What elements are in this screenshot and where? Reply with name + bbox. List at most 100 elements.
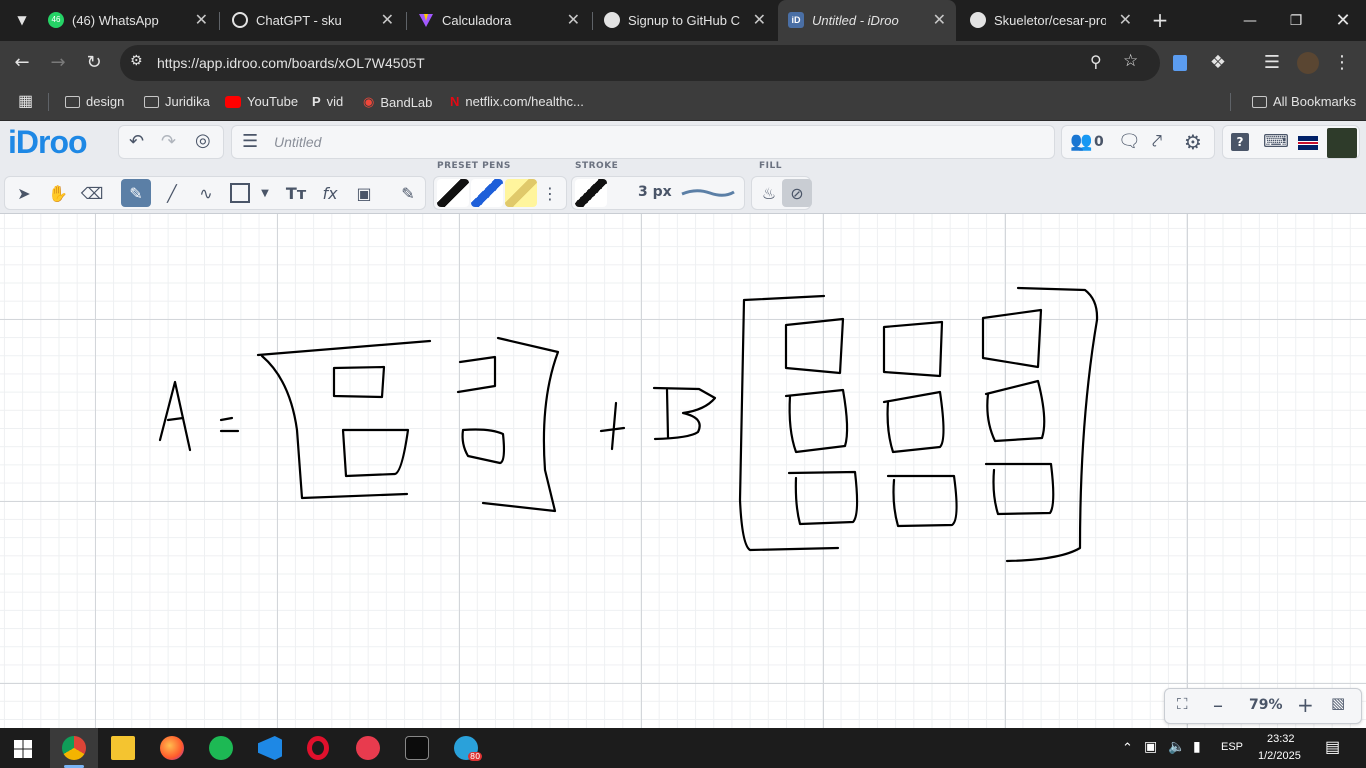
tab-chatgpt[interactable]: ChatGPT - sku ✕ bbox=[222, 0, 404, 41]
tab-whatsapp[interactable]: 46 (46) WhatsApp ✕ bbox=[38, 0, 218, 41]
media-player-icon[interactable] bbox=[356, 736, 380, 760]
letter-b-stroke bbox=[652, 386, 717, 441]
bookmark-vid[interactable]: Pvid bbox=[312, 94, 343, 109]
highlighter-preset-icon[interactable] bbox=[505, 179, 537, 207]
fullscreen-icon[interactable]: ⛶ bbox=[1177, 695, 1188, 713]
equals-stroke bbox=[219, 416, 240, 433]
center-view-icon[interactable]: ◎ bbox=[195, 130, 211, 151]
tab-github-repo[interactable]: Skueletor/cesar-proje ✕ bbox=[960, 0, 1142, 41]
all-bookmarks-button[interactable]: All Bookmarks bbox=[1252, 94, 1356, 109]
terminal-icon[interactable] bbox=[405, 736, 429, 760]
fill-bucket-icon[interactable]: ♨ bbox=[754, 179, 784, 207]
url-text[interactable]: https://app.idroo.com/boards/xOL7W4505T bbox=[157, 55, 425, 71]
user-avatar[interactable] bbox=[1327, 128, 1357, 158]
bookmark-design[interactable]: design bbox=[65, 94, 124, 109]
text-tool-icon[interactable]: Tт bbox=[281, 179, 311, 207]
chevron-up-icon[interactable]: ⌃ bbox=[1122, 740, 1133, 756]
browser-menu-icon[interactable]: ⋮ bbox=[1330, 51, 1354, 75]
black-pen-preset-icon[interactable] bbox=[437, 179, 469, 207]
shape-tool-icon[interactable] bbox=[225, 179, 255, 207]
minimap-icon[interactable]: ▧ bbox=[1331, 694, 1345, 712]
start-windows-icon[interactable] bbox=[14, 740, 32, 758]
volume-icon[interactable]: 🔈 bbox=[1168, 738, 1185, 755]
bookmark-netflix[interactable]: Nnetflix.com/healthc... bbox=[450, 94, 584, 109]
image-tool-icon[interactable]: ▣ bbox=[349, 179, 379, 207]
restore-button[interactable]: ❐ bbox=[1273, 0, 1319, 41]
tab-idroo[interactable]: iD Untitled - iDroo ✕ bbox=[778, 0, 956, 41]
firefox-icon[interactable] bbox=[160, 736, 184, 760]
more-options-icon[interactable]: ⋮ bbox=[540, 179, 560, 207]
help-icon[interactable]: ? bbox=[1231, 133, 1249, 151]
battery-icon[interactable]: ▮ bbox=[1193, 738, 1201, 755]
whiteboard-canvas[interactable]: ⛶ – 79% + ▧ bbox=[0, 214, 1366, 728]
stroke-style-icon[interactable] bbox=[575, 179, 607, 207]
forward-button[interactable]: → bbox=[46, 51, 70, 75]
chat-icon[interactable]: 🗨 bbox=[1118, 131, 1141, 152]
tab-search-button[interactable]: ▼ bbox=[10, 8, 34, 32]
browser-tab-strip: ▼ 46 (46) WhatsApp ✕ ChatGPT - sku ✕ Cal… bbox=[0, 0, 1366, 41]
close-icon[interactable]: ✕ bbox=[195, 10, 208, 30]
clock-date[interactable]: 1/2/2025 bbox=[1258, 750, 1301, 762]
idroo-logo[interactable]: iDroo bbox=[8, 124, 88, 161]
reload-button[interactable]: ↻ bbox=[82, 51, 106, 75]
language-indicator[interactable]: ESP bbox=[1221, 741, 1243, 753]
bookmark-youtube[interactable]: YouTube bbox=[225, 94, 298, 109]
blue-pen-preset-icon[interactable] bbox=[471, 179, 503, 207]
profile-avatar[interactable] bbox=[1297, 52, 1319, 74]
tool-group: ➤ ✋ ⌫ ✎ ╱ ∿ ▼ Tт fx ▣ ✎ bbox=[4, 176, 426, 210]
tab-github-signup[interactable]: Signup to GitHub Co ✕ bbox=[594, 0, 776, 41]
network-icon[interactable]: ▣ bbox=[1144, 738, 1157, 755]
extensions-puzzle-icon[interactable]: ❖ bbox=[1206, 51, 1230, 75]
address-bar[interactable]: ⚙ https://app.idroo.com/boards/xOL7W4505… bbox=[120, 45, 1160, 81]
redo-icon[interactable]: ↷ bbox=[161, 131, 176, 152]
stroke-width-value[interactable]: 3 px bbox=[638, 184, 672, 200]
language-flag-icon[interactable] bbox=[1298, 136, 1318, 150]
zoom-icon[interactable]: ⚲ bbox=[1090, 52, 1102, 71]
zoom-in-button[interactable]: + bbox=[1297, 693, 1314, 717]
close-icon[interactable]: ✕ bbox=[567, 10, 580, 30]
vscode-icon[interactable] bbox=[258, 736, 282, 760]
close-icon[interactable]: ✕ bbox=[753, 10, 766, 30]
share-icon[interactable]: ⤤ bbox=[1152, 131, 1162, 152]
polyline-tool-icon[interactable]: ∿ bbox=[191, 179, 221, 207]
close-icon[interactable]: ✕ bbox=[933, 10, 946, 30]
tab-calculadora[interactable]: Calculadora ✕ bbox=[408, 0, 590, 41]
close-icon[interactable]: ✕ bbox=[381, 10, 394, 30]
file-explorer-icon[interactable] bbox=[111, 736, 135, 760]
chrome-icon[interactable] bbox=[62, 736, 86, 760]
bookmark-star-icon[interactable]: ☆ bbox=[1123, 51, 1138, 71]
site-info-icon[interactable]: ⚙ bbox=[130, 53, 143, 69]
board-title[interactable]: Untitled bbox=[274, 134, 321, 150]
new-tab-button[interactable]: + bbox=[1148, 8, 1172, 32]
extension-icon[interactable] bbox=[1173, 55, 1187, 71]
chevron-down-icon[interactable]: ▼ bbox=[255, 179, 275, 207]
bookmark-bandlab[interactable]: ◉ BandLab bbox=[363, 94, 432, 110]
clock-time[interactable]: 23:32 bbox=[1267, 733, 1295, 745]
bookmark-juridika[interactable]: Juridika bbox=[144, 94, 210, 109]
spotify-icon[interactable] bbox=[209, 736, 233, 760]
eraser-icon[interactable]: ⌫ bbox=[77, 179, 107, 207]
formula-tool-icon[interactable]: fx bbox=[315, 179, 345, 207]
minimize-button[interactable]: — bbox=[1227, 0, 1273, 41]
zoom-level[interactable]: 79% bbox=[1249, 697, 1283, 713]
close-icon[interactable]: ✕ bbox=[1119, 10, 1132, 30]
pen-tool-icon[interactable]: ✎ bbox=[121, 179, 151, 207]
select-tool-icon[interactable]: ➤ bbox=[9, 179, 39, 207]
settings-gear-icon[interactable]: ⚙ bbox=[1184, 130, 1202, 154]
media-control-icon[interactable]: ☰ bbox=[1260, 51, 1284, 75]
no-fill-icon[interactable]: ⊘ bbox=[782, 179, 812, 207]
opera-icon[interactable] bbox=[307, 736, 329, 760]
color-picker-icon[interactable]: ✎ bbox=[393, 179, 423, 207]
keyboard-icon[interactable]: ⌨ bbox=[1263, 131, 1289, 152]
board-title-field[interactable]: ☰ Untitled bbox=[231, 125, 1055, 159]
line-tool-icon[interactable]: ╱ bbox=[157, 179, 187, 207]
back-button[interactable]: ← bbox=[10, 51, 34, 75]
notifications-icon[interactable]: ▤ bbox=[1325, 737, 1340, 757]
undo-icon[interactable]: ↶ bbox=[129, 131, 144, 152]
zoom-out-button[interactable]: – bbox=[1213, 693, 1223, 717]
users-icon[interactable]: 👥 bbox=[1070, 131, 1092, 152]
apps-grid-icon[interactable]: ▦ bbox=[18, 91, 33, 111]
menu-icon[interactable]: ☰ bbox=[242, 131, 258, 152]
pan-hand-icon[interactable]: ✋ bbox=[43, 179, 73, 207]
close-window-button[interactable]: ✕ bbox=[1320, 0, 1366, 41]
